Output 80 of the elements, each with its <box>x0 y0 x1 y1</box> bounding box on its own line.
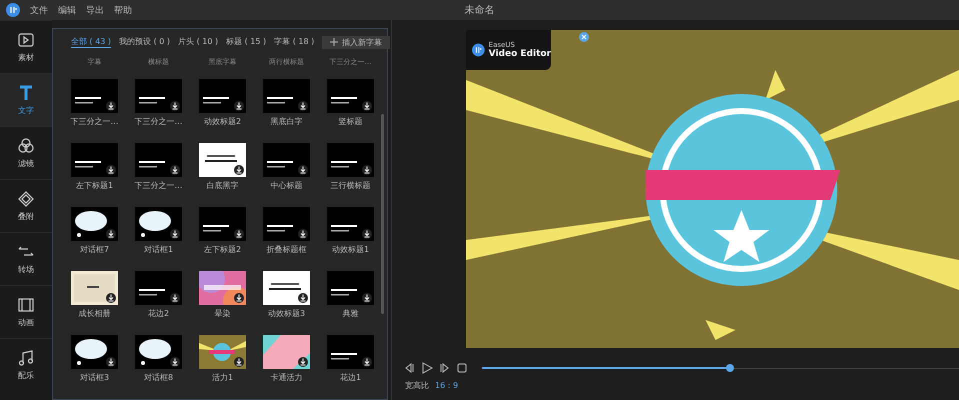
download-icon[interactable] <box>170 229 180 239</box>
download-icon[interactable] <box>234 293 244 303</box>
menu-item[interactable]: 编辑 <box>58 4 76 16</box>
scrollbar[interactable] <box>381 114 384 314</box>
thumbnail-label[interactable]: 花边1 <box>340 372 362 383</box>
thumbnail-label[interactable]: 成长相册 <box>78 308 110 319</box>
download-icon[interactable] <box>106 229 116 239</box>
thumbnail-label[interactable]: 卡通活力 <box>270 372 302 383</box>
download-icon[interactable] <box>170 165 180 175</box>
download-icon[interactable] <box>170 357 180 367</box>
aspect-ratio-value[interactable]: 16 : 9 <box>435 381 458 390</box>
window-title: 未命名 <box>464 4 496 17</box>
menu-item[interactable]: 文件 <box>30 4 48 16</box>
product-text: Video Editor <box>488 49 551 59</box>
download-icon[interactable] <box>234 101 244 111</box>
text-icon <box>17 84 35 102</box>
download-icon[interactable] <box>362 165 372 175</box>
menu-item[interactable]: 导出 <box>86 4 104 16</box>
download-icon[interactable] <box>362 293 372 303</box>
filter-icon <box>17 137 35 155</box>
app-logo-icon <box>6 3 20 17</box>
thumbnail-label[interactable]: 对话框8 <box>144 372 174 383</box>
download-icon[interactable] <box>298 165 308 175</box>
download-icon[interactable] <box>106 357 116 367</box>
download-icon[interactable] <box>106 165 116 175</box>
thumbnail-label[interactable]: 下三分之一… <box>134 116 182 127</box>
thumbnail-label[interactable]: 对话框1 <box>144 244 174 255</box>
thumbnail-label[interactable]: 折叠标题框 <box>266 244 306 255</box>
download-icon[interactable] <box>106 101 116 111</box>
thumbnail-label[interactable]: 黑底白字 <box>270 116 302 127</box>
thumbnail-label[interactable]: 中心标题 <box>270 180 302 191</box>
play-icon[interactable] <box>421 362 433 374</box>
thumbnail-label[interactable]: 左下标题1 <box>76 180 114 191</box>
thumbnail-label[interactable]: 典雅 <box>342 308 358 319</box>
thumbnail-label[interactable]: 动效标题3 <box>268 308 306 319</box>
close-icon[interactable] <box>579 32 589 42</box>
download-icon[interactable] <box>170 293 180 303</box>
category-tab[interactable]: 片头 ( 10 ) <box>178 36 218 48</box>
download-icon[interactable] <box>234 357 244 367</box>
previous-frame-icon[interactable] <box>404 363 414 373</box>
category-tab[interactable]: 字幕 ( 18 ) <box>274 36 314 48</box>
download-icon[interactable] <box>234 229 244 239</box>
stop-icon[interactable] <box>457 363 467 373</box>
thumbnail-label[interactable]: 下三分之一… <box>134 180 182 191</box>
thumbnail-label[interactable]: 对话框3 <box>80 372 110 383</box>
thumbnail-label[interactable]: 对话框7 <box>80 244 110 255</box>
slider-thumb[interactable] <box>726 364 734 372</box>
thumbnail-label[interactable]: 动效标题2 <box>204 116 242 127</box>
film-icon <box>17 296 35 314</box>
thumbnail-label[interactable]: 花边2 <box>148 308 170 319</box>
next-frame-icon[interactable] <box>440 363 450 373</box>
play-frame-icon <box>17 31 35 49</box>
thumbnail-label[interactable]: 左下标题2 <box>204 244 242 255</box>
download-icon[interactable] <box>298 293 308 303</box>
download-icon[interactable] <box>106 293 116 303</box>
layers-icon <box>17 190 35 208</box>
download-icon[interactable] <box>234 165 244 175</box>
thumbnail-label[interactable]: 三行横标题 <box>330 180 370 191</box>
add-subtitle-button[interactable]: 插入新字幕 <box>322 36 390 48</box>
category-tab[interactable]: 我的预设 ( 0 ) <box>119 36 170 48</box>
download-icon[interactable] <box>298 229 308 239</box>
download-icon[interactable] <box>362 229 372 239</box>
music-icon <box>17 349 35 367</box>
thumbnail-label[interactable]: 晕染 <box>214 308 230 319</box>
thumbnail-label[interactable]: 竖标题 <box>338 116 362 127</box>
download-icon[interactable] <box>298 101 308 111</box>
thumbnail-label[interactable]: 活力1 <box>212 372 234 383</box>
thumbnail-label[interactable]: 动效标题1 <box>332 244 370 255</box>
thumbnail-label[interactable]: 白底黑字 <box>206 180 238 191</box>
menu-item[interactable]: 帮助 <box>114 4 132 16</box>
plus-icon <box>330 38 338 46</box>
aspect-ratio-label: 宽高比 <box>405 380 429 391</box>
download-icon[interactable] <box>298 357 308 367</box>
download-icon[interactable] <box>362 101 372 111</box>
category-tab[interactable]: 标题 ( 15 ) <box>226 36 266 48</box>
download-icon[interactable] <box>362 357 372 367</box>
category-tab[interactable]: 全部 ( 43 ) <box>71 36 112 48</box>
download-icon[interactable] <box>170 101 180 111</box>
sidebar-item[interactable]: 文字 <box>0 73 52 126</box>
thumbnail-label[interactable]: 下三分之一… <box>70 116 118 127</box>
